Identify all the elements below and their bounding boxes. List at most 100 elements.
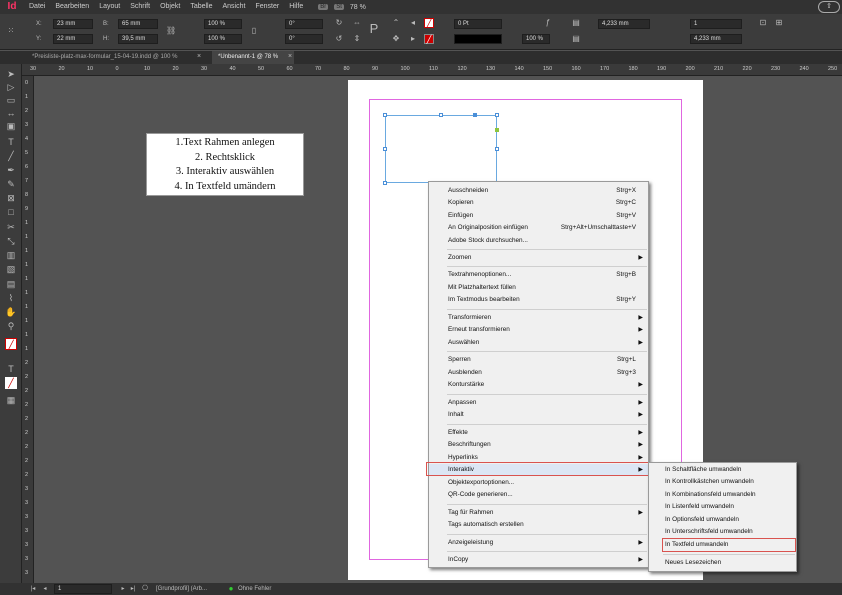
sub-kontrollkaestchen[interactable]: In Kontrollkästchen umwandeln [649,476,796,488]
sub-optionsfeld[interactable]: In Optionsfeld umwandeln [649,514,796,526]
auto-fit-icon[interactable]: ⊞ [774,18,784,28]
fill-swatch-icon[interactable]: ╱ [424,18,434,28]
tab-unbenannt[interactable]: *Unbenannt-1 @ 78 % [212,51,294,64]
content-collector-icon[interactable]: ▣ [5,120,17,132]
sub-unterschriftsfeld[interactable]: In Unterschriftsfeld umwandeln [649,526,796,538]
text-frame[interactable] [385,115,497,183]
gradient-swatch-icon[interactable]: ▥ [5,249,17,261]
ctx-objektexportoptionen[interactable]: Objektexportoptionen... [429,477,648,489]
frame-handle[interactable] [439,113,443,117]
error-status[interactable]: Ohne Fehler [238,586,271,592]
bridge-button[interactable]: Br [318,4,329,10]
ctx-qr-code[interactable]: QR-Code generieren... [429,489,648,501]
frame-handle[interactable] [495,128,499,132]
ctx-zoomen[interactable]: Zoomen ▶ [429,252,648,264]
gap-tool-icon[interactable]: ↔ [5,107,17,119]
ctx-incopy[interactable]: InCopy ▶ [429,554,648,566]
stroke-swatch-icon[interactable]: ╱ [424,34,434,44]
ctx-ausschneiden[interactable]: Ausschneiden Strg+X [429,185,648,197]
flip-v-icon[interactable]: ⇕ [352,34,362,44]
ctx-einfuegen[interactable]: Einfügen Strg+V [429,210,648,222]
menu-datei[interactable]: Datei [24,0,50,14]
ctx-sperren[interactable]: Sperren Strg+L [429,354,648,366]
close-icon[interactable]: × [194,52,204,62]
ctx-textmodus[interactable]: Im Textmodus bearbeiten Strg+Y [429,294,648,306]
dimension-field-1[interactable]: 4,233 mm [598,19,650,29]
line-tool-icon[interactable]: ╱ [5,150,17,162]
rotate-ccw-icon[interactable]: ↺ [334,34,344,44]
next-page-icon[interactable]: ▸ [118,584,128,594]
sub-listenfeld[interactable]: In Listenfeld umwandeln [649,501,796,513]
align-left-icon[interactable]: ▤ [571,18,581,28]
menu-layout[interactable]: Layout [94,0,125,14]
fx-icon[interactable]: ƒ [543,18,553,28]
scissors-icon[interactable]: ✂ [5,221,17,233]
frame-handle[interactable] [383,181,387,185]
ctx-transformieren[interactable]: Transformieren ▶ [429,312,648,324]
prev-page-icon[interactable]: ◂ [40,584,50,594]
pen-tool-icon[interactable]: ✒ [5,164,17,176]
close-icon[interactable]: × [285,52,295,62]
page-tool-icon[interactable]: ▭ [5,94,17,106]
ctx-inhalt[interactable]: Inhalt ▶ [429,409,648,421]
stroke-type-field[interactable] [454,34,502,44]
formatting-icon[interactable]: T [5,363,17,375]
columns-field[interactable]: 1 [690,19,742,29]
first-page-icon[interactable]: |◂ [28,584,38,594]
selection-tool-icon[interactable]: ➤ [5,68,17,80]
pencil-tool-icon[interactable]: ✎ [5,178,17,190]
ctx-anpassen[interactable]: Anpassen ▶ [429,397,648,409]
chain-icon[interactable]: ⛓ [166,26,176,36]
select-prev-icon[interactable]: ◂ [408,18,418,28]
zoom-tool-icon[interactable]: ⚲ [5,320,17,332]
sub-kombinationsfeld[interactable]: In Kombinationsfeld umwandeln [649,489,796,501]
share-icon[interactable]: ⇧ [818,1,840,13]
rotation-field[interactable]: 0° [285,19,323,29]
last-page-icon[interactable]: ▸| [128,584,138,594]
sub-schaltflaeche[interactable]: In Schaltfläche umwandeln [649,464,796,476]
menu-hilfe[interactable]: Hilfe [284,0,308,14]
dimension-field-2[interactable]: 4,233 mm [690,34,742,44]
tab-preisliste[interactable]: *Preisliste-platz-max-formular_15-04-19.… [26,51,206,64]
y-field[interactable]: 22 mm [53,34,93,44]
ctx-kopieren[interactable]: Kopieren Strg+C [429,197,648,209]
page-number-field[interactable]: 1 [54,584,112,594]
select-container-icon[interactable]: ⌃ [391,18,401,28]
ctx-beschriftungen[interactable]: Beschriftungen ▶ [429,439,648,451]
rectangle-tool-icon[interactable]: □ [5,206,17,218]
ctx-erneut-transformieren[interactable]: Erneut transformieren ▶ [429,324,648,336]
rotate-cw-icon[interactable]: ↻ [334,18,344,28]
profile-label[interactable]: [Grundprofil] (Arb... [156,586,207,592]
free-transform-icon[interactable]: ⤡ [5,235,17,247]
height-field[interactable]: 39,5 mm [118,34,158,44]
text-frame-icon[interactable]: P [367,22,381,38]
menu-schrift[interactable]: Schrift [125,0,155,14]
menu-tabelle[interactable]: Tabelle [185,0,217,14]
stroke-weight-field[interactable]: 0 Pt [454,19,502,29]
ctx-tags-automatisch[interactable]: Tags automatisch erstellen [429,519,648,531]
menu-ansicht[interactable]: Ansicht [218,0,251,14]
type-tool-icon[interactable]: T [5,136,17,148]
x-field[interactable]: 23 mm [53,19,93,29]
ctx-tag-fuer-rahmen[interactable]: Tag für Rahmen ▶ [429,507,648,519]
frame-handle[interactable] [383,113,387,117]
frame-handle[interactable] [495,147,499,151]
width-field[interactable]: 65 mm [118,19,158,29]
zoom-level[interactable]: 78 % [350,4,366,11]
apply-none-icon[interactable]: ╱ [5,377,17,389]
hand-tool-icon[interactable]: ✋ [5,306,17,318]
frame-handle[interactable] [473,113,477,117]
ctx-textrahmenoptionen[interactable]: Textrahmenoptionen... Strg+B [429,269,648,281]
menu-fenster[interactable]: Fenster [250,0,284,14]
opacity-field[interactable]: 100 % [522,34,550,44]
ctx-adobe-stock[interactable]: Adobe Stock durchsuchen... [429,235,648,247]
ctx-originalposition[interactable]: An Originalposition einfügen Strg+Alt+Ums… [429,222,648,234]
stock-button[interactable]: St [334,4,344,10]
shear-field[interactable]: 0° [285,34,323,44]
select-next-icon[interactable]: ▸ [408,34,418,44]
scale-x-field[interactable]: 100 % [204,19,242,29]
fitting-icon[interactable]: ⊡ [758,18,768,28]
ctx-effekte[interactable]: Effekte ▶ [429,427,648,439]
ctx-auswaehlen[interactable]: Auswählen ▶ [429,337,648,349]
select-content-icon[interactable]: ✥ [391,34,401,44]
